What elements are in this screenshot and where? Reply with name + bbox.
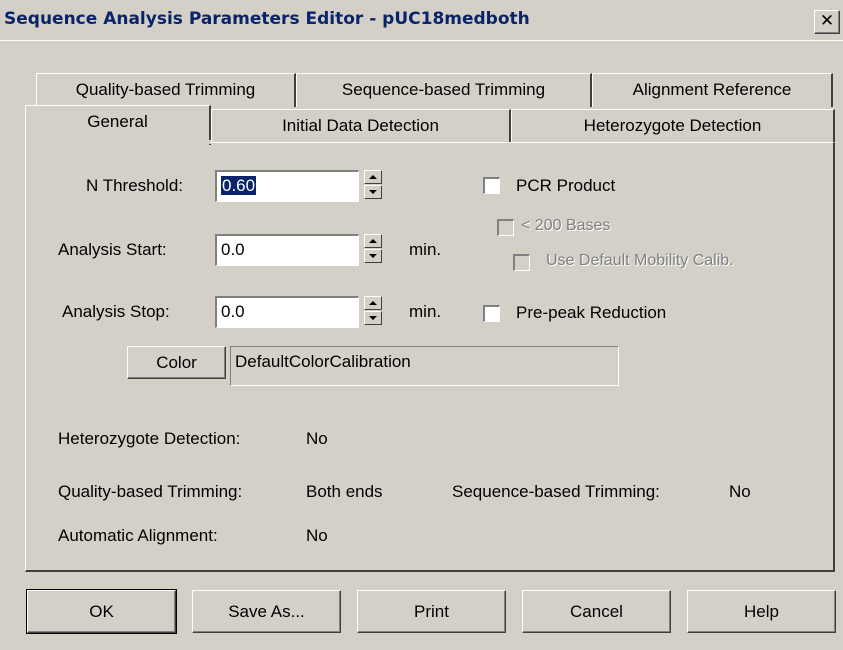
- arrow-up-icon: [369, 301, 377, 305]
- qual-summary-value: Both ends: [306, 482, 383, 501]
- pcr-product-label: PCR Product: [516, 176, 616, 195]
- arrow-down-icon: [369, 190, 377, 194]
- color-calibration-field: DefaultColorCalibration: [230, 346, 619, 386]
- pcr-product-checkbox[interactable]: [483, 177, 500, 194]
- save-as-button[interactable]: Save As...: [192, 590, 341, 633]
- analysis-stop-spin-down[interactable]: [364, 311, 382, 325]
- window-title: Sequence Analysis Parameters Editor - pU…: [4, 9, 530, 29]
- analysis-start-spin-down[interactable]: [364, 249, 382, 263]
- analysis-stop-label: Analysis Stop:: [62, 302, 170, 321]
- under-200-bases-checkbox[interactable]: [497, 219, 514, 236]
- align-summary-value: No: [306, 526, 328, 545]
- analysis-start-spin-up[interactable]: [364, 234, 382, 248]
- analysis-stop-input[interactable]: 0.0: [215, 296, 359, 328]
- n-threshold-input[interactable]: 0.60: [215, 170, 359, 202]
- arrow-down-icon: [369, 316, 377, 320]
- analysis-start-label: Analysis Start:: [58, 240, 167, 259]
- prepeak-reduction-label: Pre-peak Reduction: [516, 303, 667, 322]
- help-button[interactable]: Help: [687, 590, 836, 633]
- arrow-down-icon: [369, 254, 377, 258]
- cancel-button[interactable]: Cancel: [522, 590, 671, 633]
- tab-alignment-reference[interactable]: Alignment Reference: [592, 73, 833, 107]
- under-200-bases-label: < 200 Bases: [521, 217, 611, 234]
- n-threshold-spin-up[interactable]: [364, 170, 382, 184]
- prepeak-reduction-checkbox[interactable]: [483, 305, 500, 322]
- seq-summary-value: No: [729, 482, 751, 501]
- analysis-start-input[interactable]: 0.0: [215, 234, 359, 266]
- het-summary-value: No: [306, 429, 328, 448]
- tab-general[interactable]: General: [25, 105, 211, 145]
- analysis-stop-unit: min.: [409, 302, 442, 321]
- tab-quality-based-trimming[interactable]: Quality-based Trimming: [36, 73, 296, 107]
- tab-heterozygote-detection[interactable]: Heterozygote Detection: [511, 109, 835, 143]
- color-button[interactable]: Color: [127, 346, 226, 379]
- seq-summary-label: Sequence-based Trimming:: [452, 482, 660, 501]
- default-mobility-label: Use Default Mobility Calib.: [546, 252, 734, 269]
- tab-initial-data-detection[interactable]: Initial Data Detection: [211, 109, 511, 143]
- arrow-up-icon: [369, 239, 377, 243]
- arrow-up-icon: [369, 175, 377, 179]
- analysis-start-unit: min.: [409, 240, 442, 259]
- qual-summary-label: Quality-based Trimming:: [58, 482, 243, 501]
- align-summary-label: Automatic Alignment:: [58, 526, 218, 545]
- ok-button[interactable]: OK: [26, 589, 177, 634]
- default-mobility-checkbox[interactable]: [513, 254, 530, 271]
- close-button[interactable]: ✕: [814, 10, 840, 34]
- print-button[interactable]: Print: [357, 590, 506, 633]
- tab-sequence-based-trimming[interactable]: Sequence-based Trimming: [296, 73, 592, 107]
- analysis-stop-spin-up[interactable]: [364, 296, 382, 310]
- het-summary-label: Heterozygote Detection:: [58, 429, 241, 448]
- n-threshold-label: N Threshold:: [86, 176, 184, 195]
- close-icon: ✕: [819, 11, 835, 31]
- n-threshold-spin-down[interactable]: [364, 185, 382, 199]
